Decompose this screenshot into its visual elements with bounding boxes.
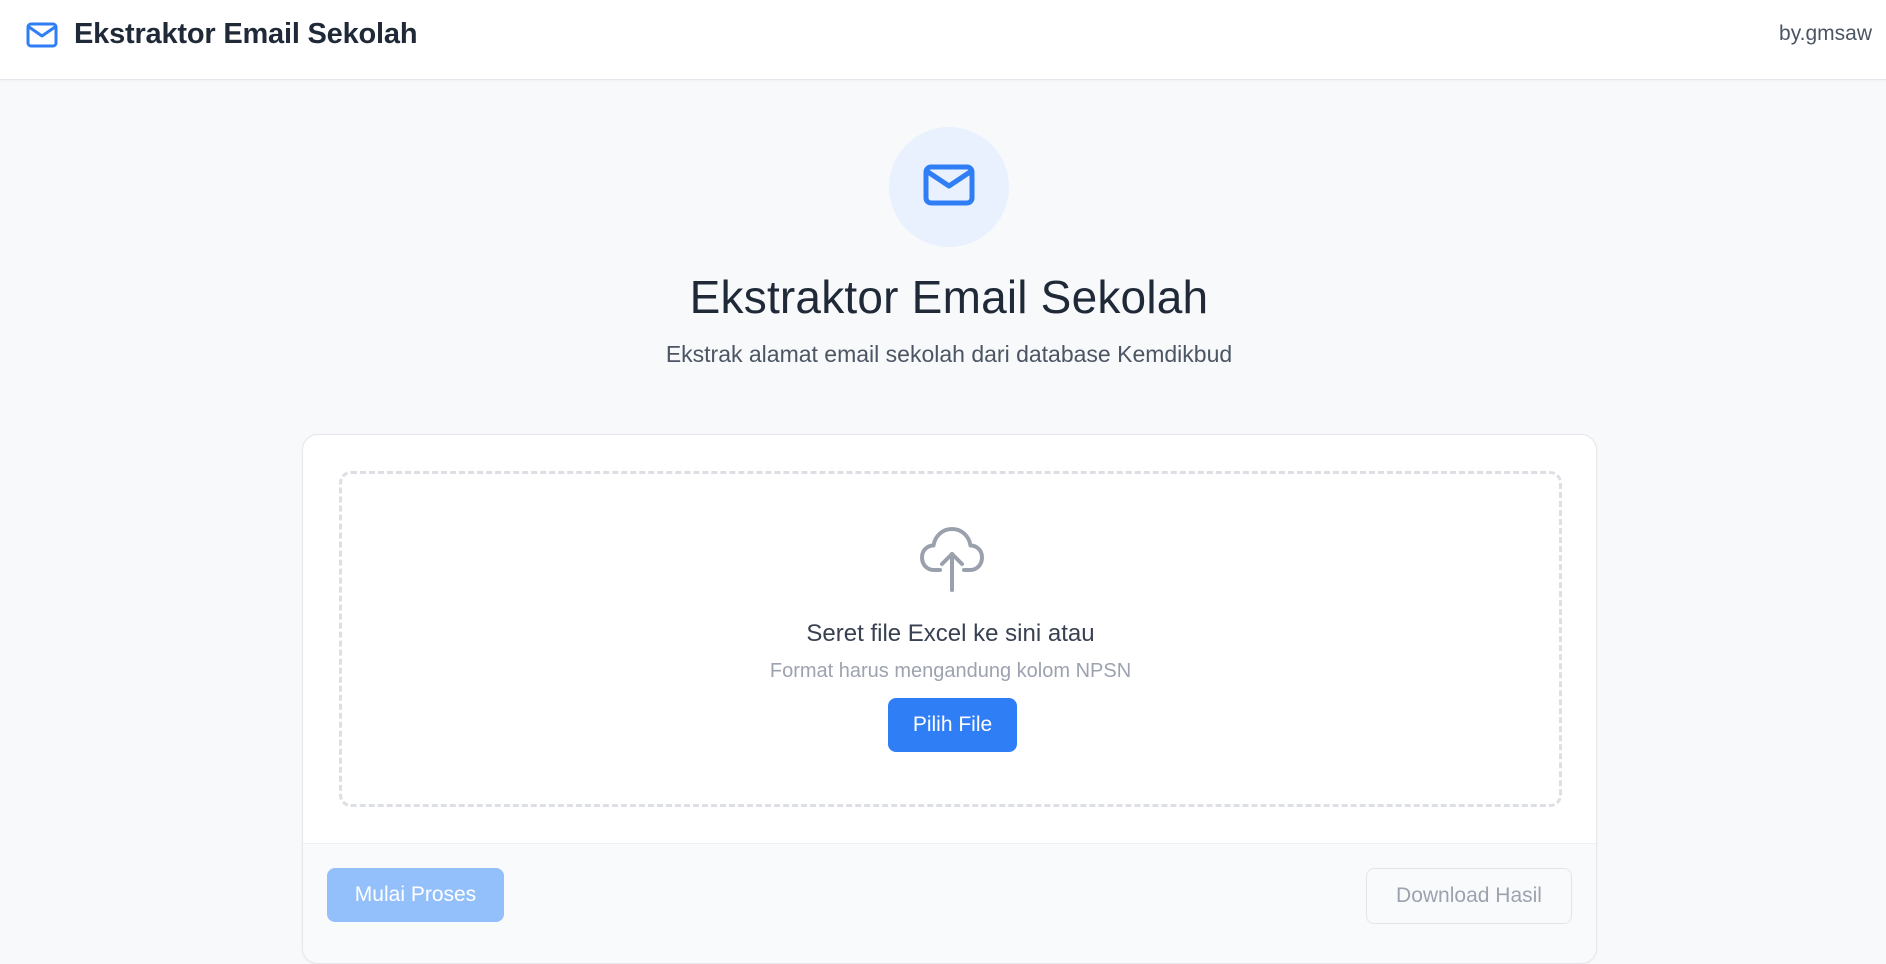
page-subtitle: Ekstrak alamat email sekolah dari databa… bbox=[665, 341, 1233, 367]
upload-card: Seret file Excel ke sini atau Format har… bbox=[302, 434, 1597, 964]
pick-file-button[interactable]: Pilih File bbox=[888, 698, 1017, 752]
card-footer: Mulai Proses Download Hasil bbox=[303, 843, 1596, 963]
download-result-button[interactable]: Download Hasil bbox=[1366, 868, 1572, 924]
dropzone-instruction: Seret file Excel ke sini atau bbox=[806, 620, 1095, 647]
file-dropzone[interactable]: Seret file Excel ke sini atau Format har… bbox=[339, 471, 1562, 807]
start-process-button[interactable]: Mulai Proses bbox=[327, 868, 504, 922]
cloud-upload-icon bbox=[920, 526, 984, 597]
brand: Ekstraktor Email Sekolah bbox=[26, 18, 418, 51]
author-credit: by.gmsaw bbox=[1779, 22, 1872, 45]
app-title: Ekstraktor Email Sekolah bbox=[74, 18, 418, 50]
dropzone-hint: Format harus mengandung kolom NPSN bbox=[769, 660, 1132, 682]
mail-icon bbox=[26, 22, 58, 48]
mail-icon bbox=[923, 164, 975, 211]
page-title: Ekstraktor Email Sekolah bbox=[689, 271, 1209, 323]
top-navbar: Ekstraktor Email Sekolah by.gmsaw bbox=[0, 0, 1886, 80]
hero-icon-badge bbox=[889, 127, 1009, 247]
